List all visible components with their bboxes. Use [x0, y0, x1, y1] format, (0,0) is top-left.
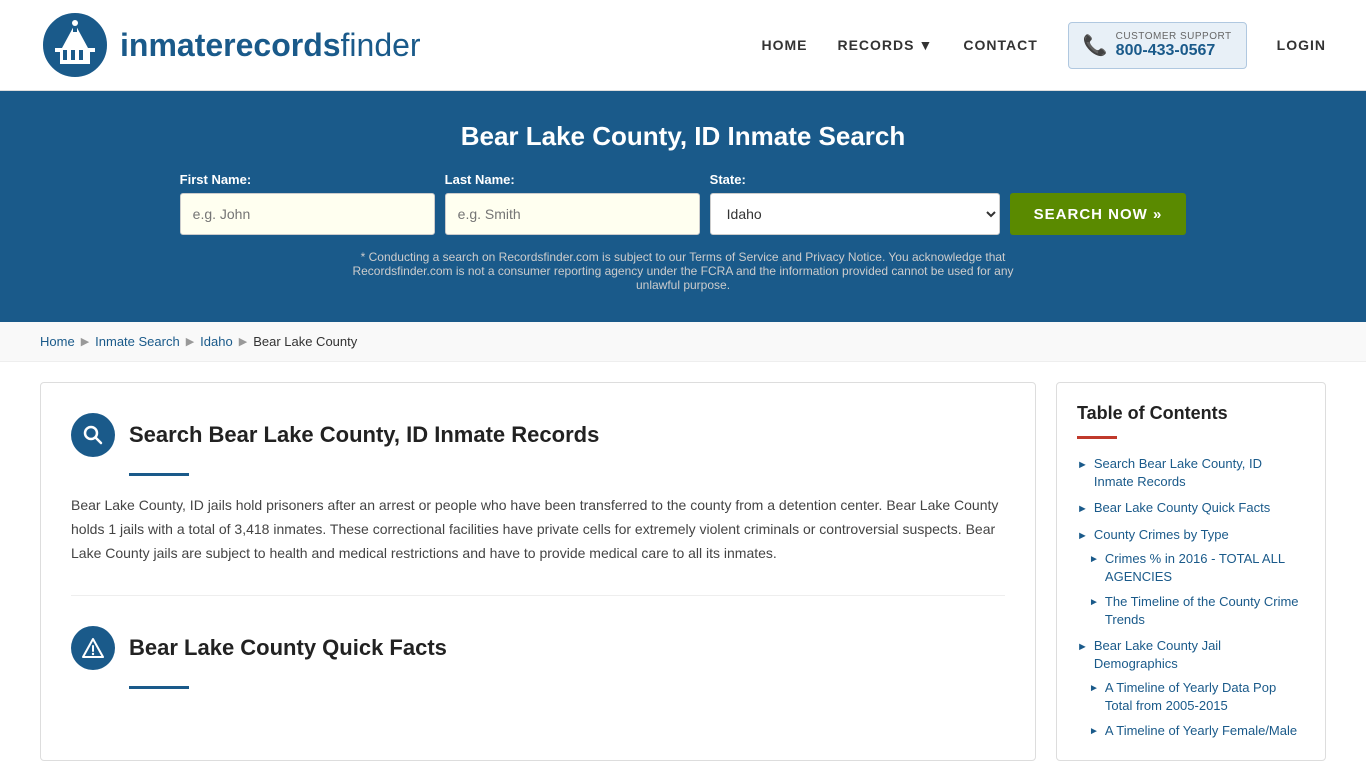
section2-header: Bear Lake County Quick Facts — [71, 626, 1005, 670]
toc-box: Table of Contents ► Search Bear Lake Cou… — [1056, 382, 1326, 761]
disclaimer-text: * Conducting a search on Recordsfinder.c… — [333, 250, 1033, 292]
support-label: CUSTOMER SUPPORT — [1116, 31, 1232, 42]
toc-arrow-0: ► — [1077, 458, 1088, 473]
toc-sub-arrow-2-1: ► — [1089, 596, 1099, 610]
logo-icon — [40, 10, 110, 80]
last-name-label: Last Name: — [445, 172, 515, 187]
nav-login[interactable]: LOGIN — [1277, 37, 1326, 53]
breadcrumb-current: Bear Lake County — [253, 334, 357, 349]
breadcrumb: Home ▶ Inmate Search ▶ Idaho ▶ Bear Lake… — [0, 322, 1366, 362]
breadcrumb-home[interactable]: Home — [40, 334, 75, 349]
hero-title: Bear Lake County, ID Inmate Search — [40, 121, 1326, 152]
toc-sub-item-3-1[interactable]: ► A Timeline of Yearly Female/Male — [1089, 722, 1305, 740]
main-nav: HOME RECORDS ▼ CONTACT 📞 CUSTOMER SUPPOR… — [761, 22, 1326, 69]
breadcrumb-inmate-search[interactable]: Inmate Search — [95, 334, 180, 349]
section2-divider — [129, 686, 189, 689]
search-button[interactable]: SEARCH NOW » — [1010, 193, 1187, 235]
toc-item-0[interactable]: ► Search Bear Lake County, ID Inmate Rec… — [1077, 455, 1305, 491]
toc-list: ► Search Bear Lake County, ID Inmate Rec… — [1077, 455, 1305, 740]
sidebar: Table of Contents ► Search Bear Lake Cou… — [1056, 382, 1326, 761]
toc-item-1[interactable]: ► Bear Lake County Quick Facts — [1077, 499, 1305, 517]
triangle-exclamation-icon — [82, 637, 104, 659]
state-select[interactable]: Idaho — [710, 193, 1000, 235]
toc-item-3-group: ► Bear Lake County Jail Demographics ► A… — [1077, 637, 1305, 740]
logo-wordmark: inmaterecordsfinder — [120, 27, 421, 64]
customer-support-box[interactable]: 📞 CUSTOMER SUPPORT 800-433-0567 — [1068, 22, 1247, 69]
search-icon-circle — [71, 413, 115, 457]
breadcrumb-sep-3: ▶ — [239, 335, 247, 348]
main-content: Search Bear Lake County, ID Inmate Recor… — [0, 362, 1366, 781]
toc-sub-arrow-3-0: ► — [1089, 682, 1099, 696]
toc-arrow-3: ► — [1077, 640, 1088, 655]
toc-arrow-1: ► — [1077, 502, 1088, 517]
section1-body: Bear Lake County, ID jails hold prisoner… — [71, 494, 1005, 565]
toc-arrow-2: ► — [1077, 529, 1088, 544]
hero-section: Bear Lake County, ID Inmate Search First… — [0, 91, 1366, 322]
chevron-down-icon: ▼ — [919, 37, 934, 53]
section1-divider — [129, 473, 189, 476]
toc-sub-item-2-1[interactable]: ► The Timeline of the County Crime Trend… — [1089, 593, 1305, 629]
last-name-input[interactable] — [445, 193, 700, 235]
search-form: First Name: Last Name: State: Idaho SEAR… — [40, 172, 1326, 235]
toc-sub-item-2-0[interactable]: ► Crimes % in 2016 - TOTAL ALL AGENCIES — [1089, 550, 1305, 586]
section1-title: Search Bear Lake County, ID Inmate Recor… — [129, 422, 599, 448]
first-name-label: First Name: — [180, 172, 252, 187]
toc-divider — [1077, 436, 1117, 439]
breadcrumb-sep-1: ▶ — [81, 335, 89, 348]
toc-sub-item-3-0[interactable]: ► A Timeline of Yearly Data Pop Total fr… — [1089, 679, 1305, 715]
toc-sub-2: ► Crimes % in 2016 - TOTAL ALL AGENCIES … — [1089, 550, 1305, 629]
state-label: State: — [710, 172, 746, 187]
support-number: 800-433-0567 — [1116, 42, 1232, 60]
site-header: inmaterecordsfinder HOME RECORDS ▼ CONTA… — [0, 0, 1366, 91]
toc-sub-3: ► A Timeline of Yearly Data Pop Total fr… — [1089, 679, 1305, 740]
toc-sub-arrow-3-1: ► — [1089, 725, 1099, 739]
warning-icon-circle — [71, 626, 115, 670]
section1-header: Search Bear Lake County, ID Inmate Recor… — [71, 413, 1005, 457]
state-group: State: Idaho — [710, 172, 1000, 235]
section-inmate-records: Search Bear Lake County, ID Inmate Recor… — [71, 413, 1005, 565]
toc-item-2[interactable]: ► County Crimes by Type — [1077, 526, 1305, 544]
toc-item-3[interactable]: ► Bear Lake County Jail Demographics — [1077, 637, 1305, 673]
first-name-input[interactable] — [180, 193, 435, 235]
toc-sub-arrow-2-0: ► — [1089, 553, 1099, 567]
section-quick-facts: Bear Lake County Quick Facts — [71, 595, 1005, 689]
nav-contact[interactable]: CONTACT — [963, 37, 1037, 53]
nav-home[interactable]: HOME — [761, 37, 807, 53]
breadcrumb-idaho[interactable]: Idaho — [200, 334, 233, 349]
toc-title: Table of Contents — [1077, 403, 1305, 424]
last-name-group: Last Name: — [445, 172, 700, 235]
breadcrumb-sep-2: ▶ — [186, 335, 194, 348]
content-area: Search Bear Lake County, ID Inmate Recor… — [40, 382, 1036, 761]
first-name-group: First Name: — [180, 172, 435, 235]
magnifier-icon — [82, 424, 104, 446]
nav-records[interactable]: RECORDS ▼ — [837, 37, 933, 53]
section2-title: Bear Lake County Quick Facts — [129, 635, 447, 661]
logo[interactable]: inmaterecordsfinder — [40, 10, 421, 80]
headset-icon: 📞 — [1083, 33, 1108, 58]
toc-item-2-group: ► County Crimes by Type ► Crimes % in 20… — [1077, 526, 1305, 629]
